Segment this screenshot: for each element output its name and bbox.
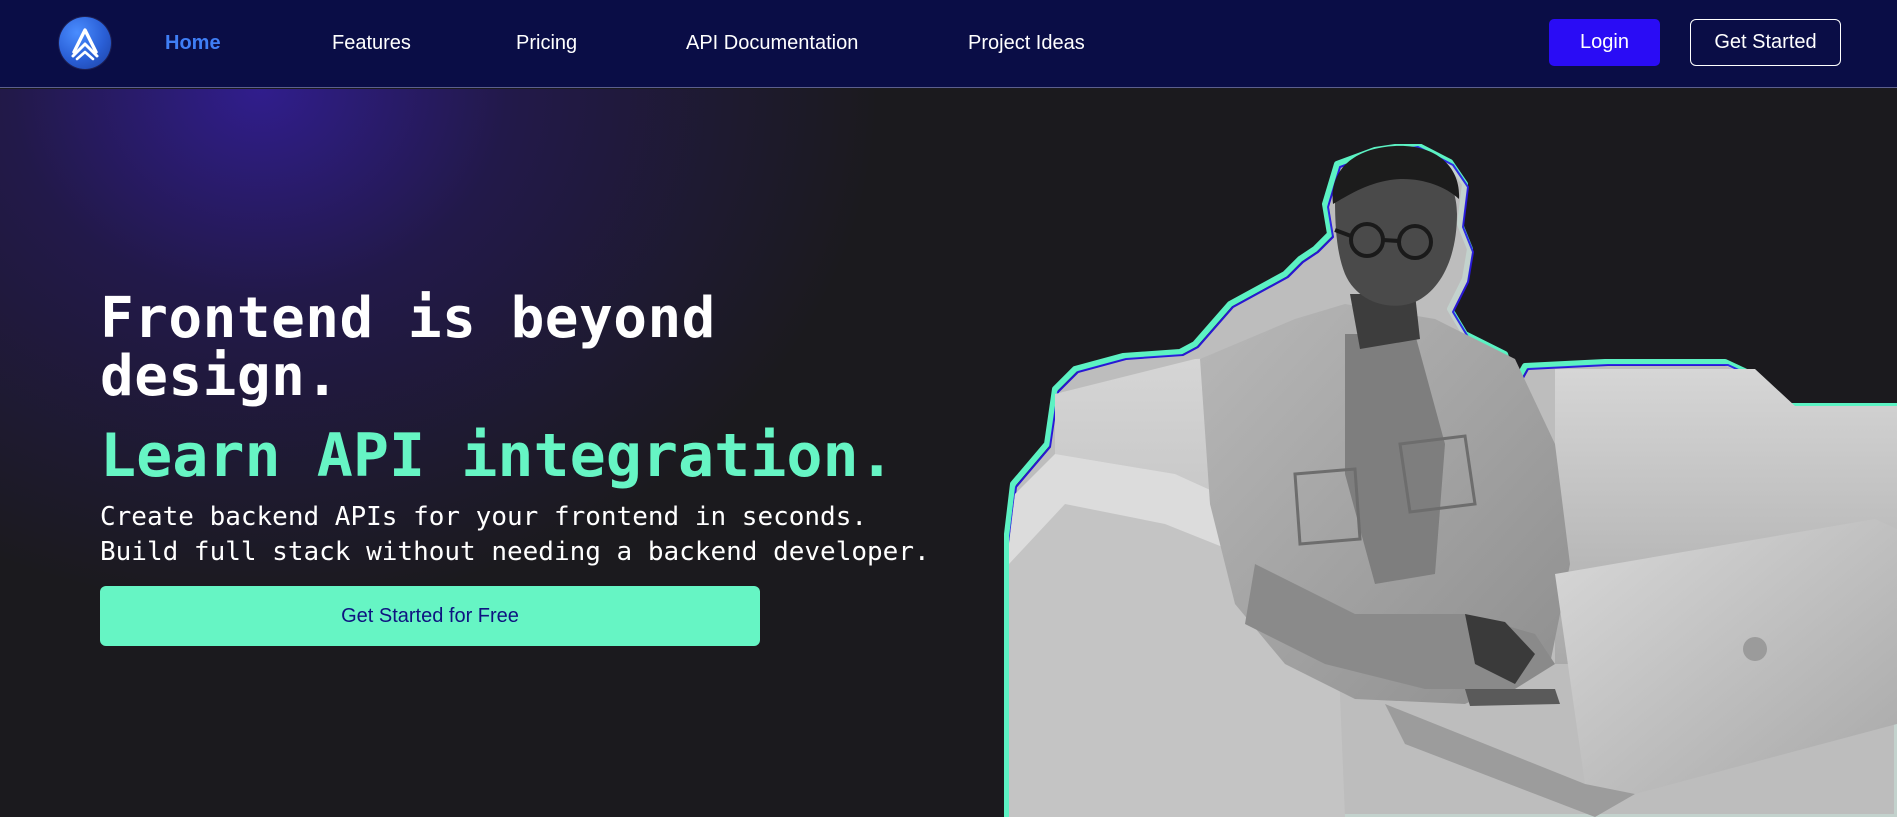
nav-link-home[interactable]: Home (165, 30, 221, 56)
nav-link-features[interactable]: Features (332, 30, 411, 56)
nav-link-project-ideas[interactable]: Project Ideas (968, 30, 1085, 56)
login-button[interactable]: Login (1549, 19, 1660, 66)
nav-link-api-documentation[interactable]: API Documentation (686, 30, 858, 56)
get-started-free-button[interactable]: Get Started for Free (100, 586, 760, 646)
hero-person-laptop-image (1004, 144, 1897, 817)
brand-logo-icon[interactable] (59, 17, 111, 69)
hero-subheadline: Learn API integration. (100, 421, 895, 491)
hero-description: Create backend APIs for your frontend in… (100, 502, 930, 567)
hero-headline: Frontend is beyond design. (100, 286, 716, 409)
nav-link-pricing[interactable]: Pricing (516, 30, 577, 56)
top-navbar: Home Features Pricing API Documentation … (0, 0, 1897, 88)
hero-section: Frontend is beyond design. Learn API int… (0, 89, 1897, 817)
get-started-button[interactable]: Get Started (1690, 19, 1841, 66)
